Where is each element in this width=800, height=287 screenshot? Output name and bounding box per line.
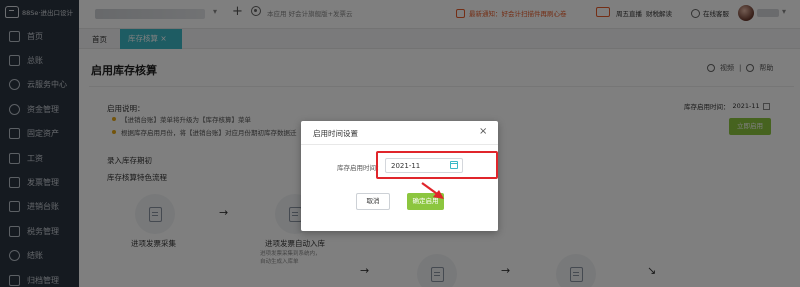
dialog-header: 启用时间设置 × (301, 121, 498, 145)
cancel-button[interactable]: 取消 (356, 193, 390, 210)
confirm-enable-button[interactable]: 确定启用 (407, 193, 444, 210)
highlight-box (376, 151, 498, 179)
start-time-dialog: 启用时间设置 × 库存启用时间： 取消 确定启用 (301, 121, 498, 231)
close-icon[interactable]: × (479, 126, 487, 137)
dialog-title: 启用时间设置 (313, 129, 358, 138)
